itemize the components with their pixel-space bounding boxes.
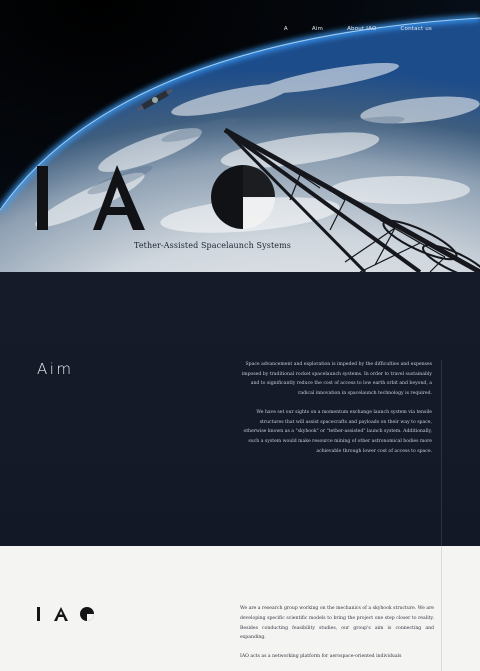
about-body: We are a research group working on the m…	[240, 604, 434, 662]
about-section: We are a research group working on the m…	[0, 546, 480, 671]
iao-logo-small	[37, 607, 94, 621]
aim-section: Aim Space advancement and exploration is…	[0, 272, 480, 546]
top-nav: A Aim About IAO Contact us	[260, 26, 432, 32]
iao-logo	[37, 165, 275, 230]
vertical-divider	[441, 546, 442, 671]
hero-section: A Aim About IAO Contact us Tether-Assist…	[0, 0, 480, 272]
aim-body: Space advancement and exploration is imp…	[240, 360, 432, 456]
about-paragraph: IAO acts as a networking platform for ae…	[240, 654, 402, 660]
nav-item-contact[interactable]: Contact us	[401, 26, 433, 32]
about-paragraph: We are a research group working on the m…	[240, 606, 434, 641]
nav-item-aim[interactable]: Aim	[312, 26, 323, 32]
aim-paragraph: We have set our sights on a momentum exc…	[243, 409, 432, 454]
aim-heading: Aim	[37, 360, 74, 378]
nav-item-a[interactable]: A	[284, 26, 288, 32]
vertical-divider	[441, 360, 442, 546]
aim-paragraph: Space advancement and exploration is imp…	[241, 362, 432, 397]
nav-item-about[interactable]: About IAO	[347, 26, 376, 32]
hero-tagline: Tether-Assisted Spacelaunch Systems	[134, 241, 291, 250]
